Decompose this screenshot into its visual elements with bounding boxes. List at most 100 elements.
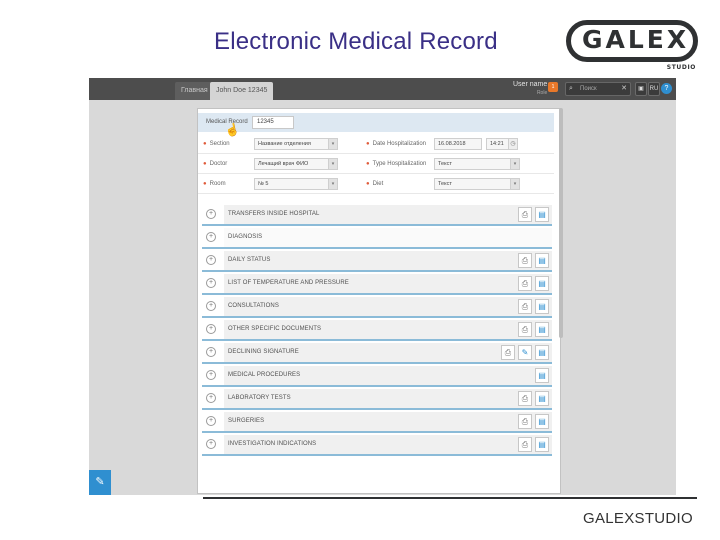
printer-icon[interactable]: ⎙ bbox=[518, 207, 532, 222]
scrollbar[interactable] bbox=[559, 108, 563, 338]
printer-icon[interactable]: ⎙ bbox=[518, 414, 532, 429]
document-icon[interactable]: ▤ bbox=[535, 276, 549, 291]
user-info[interactable]: User name Role bbox=[513, 81, 547, 97]
emr-app-screenshot: Главная John Doe 12345 User name Role 1 … bbox=[89, 78, 676, 495]
section-other-documents[interactable]: + OTHER SPECIFIC DOCUMENTS ⎙ ▤ bbox=[202, 320, 552, 341]
section-investigation-indications[interactable]: + INVESTIGATION INDICATIONS ⎙ ▤ bbox=[202, 435, 552, 456]
type-hospitalization-select[interactable]: Текст ▾ bbox=[434, 158, 520, 170]
diet-label: ● Diet bbox=[366, 181, 384, 187]
field-row-1: ● Section Название отделения ▾ ● Date Hospi… bbox=[198, 134, 554, 154]
mouse-cursor-icon: ☝ bbox=[223, 121, 242, 139]
record-panel: Medical Record 12345 ● Section Название о… bbox=[197, 108, 561, 494]
tab-home[interactable]: Главная bbox=[175, 82, 214, 100]
section-diagnosis[interactable]: + DIAGNOSIS bbox=[202, 228, 552, 249]
medical-record-input[interactable]: 12345 bbox=[252, 116, 294, 129]
edit-document-icon[interactable]: ✎ bbox=[518, 345, 532, 360]
section-transfers[interactable]: + TRANSFERS INSIDE HOSPITAL ⎙ ▤ bbox=[202, 205, 552, 226]
search-icon: ⌕ bbox=[569, 85, 573, 92]
document-icon[interactable]: ▤ bbox=[535, 253, 549, 268]
printer-icon[interactable]: ⎙ bbox=[518, 253, 532, 268]
logo-name: GALEX bbox=[582, 25, 690, 54]
plus-circle-icon[interactable]: + bbox=[206, 301, 216, 311]
printer-icon[interactable]: ⎙ bbox=[518, 299, 532, 314]
plus-circle-icon[interactable]: + bbox=[206, 370, 216, 380]
monitor-icon[interactable]: ▣ bbox=[635, 82, 647, 96]
document-icon[interactable]: ▤ bbox=[535, 437, 549, 452]
galex-logo: GALEX STUDIO bbox=[566, 20, 702, 71]
printer-icon[interactable]: ⎙ bbox=[501, 345, 515, 360]
top-bar: Главная John Doe 12345 User name Role 1 … bbox=[89, 78, 676, 100]
section-label: OTHER SPECIFIC DOCUMENTS bbox=[228, 326, 322, 332]
chevron-down-icon: ▾ bbox=[328, 139, 337, 149]
section-declining-signature[interactable]: + DECLINING SIGNATURE ⎙ ✎ ▤ bbox=[202, 343, 552, 364]
document-icon[interactable]: ▤ bbox=[535, 322, 549, 337]
document-icon[interactable]: ▤ bbox=[535, 207, 549, 222]
section-label: SURGERIES bbox=[228, 418, 265, 424]
edit-document-icon[interactable]: ✎ bbox=[89, 470, 111, 495]
section-temperature[interactable]: + LIST OF TEMPERATURE AND PRESSURE ⎙ ▤ bbox=[202, 274, 552, 295]
section-label: DIAGNOSIS bbox=[228, 234, 263, 240]
search-placeholder: Поиск bbox=[580, 86, 597, 92]
user-name: User name bbox=[513, 81, 548, 88]
section-label: INVESTIGATION INDICATIONS bbox=[228, 441, 317, 447]
plus-circle-icon[interactable]: + bbox=[206, 324, 216, 334]
printer-icon[interactable]: ⎙ bbox=[518, 391, 532, 406]
printer-icon[interactable]: ⎙ bbox=[518, 437, 532, 452]
clear-search-icon[interactable]: ✕ bbox=[621, 83, 627, 95]
plus-circle-icon[interactable]: + bbox=[206, 278, 216, 288]
plus-circle-icon[interactable]: + bbox=[206, 439, 216, 449]
date-input[interactable]: 16.08.2018 bbox=[434, 138, 482, 150]
plus-circle-icon[interactable]: + bbox=[206, 209, 216, 219]
document-icon[interactable]: ▤ bbox=[535, 368, 549, 383]
document-icon[interactable]: ▤ bbox=[535, 299, 549, 314]
room-select[interactable]: № 5 ▾ bbox=[254, 178, 338, 190]
section-medical-procedures[interactable]: + MEDICAL PROCEDURES ▤ bbox=[202, 366, 552, 387]
plus-circle-icon[interactable]: + bbox=[206, 416, 216, 426]
document-icon[interactable]: ▤ bbox=[535, 414, 549, 429]
footer-divider bbox=[203, 497, 697, 499]
search-input[interactable]: ⌕ Поиск ✕ bbox=[565, 82, 631, 96]
doctor-label: ● Doctor bbox=[203, 161, 228, 167]
plus-circle-icon[interactable]: + bbox=[206, 255, 216, 265]
date-hospitalization-label: ● Date Hospitalization bbox=[366, 141, 426, 147]
doctor-select[interactable]: Лечащий врач ФИО ▾ bbox=[254, 158, 338, 170]
chevron-down-icon: ▾ bbox=[328, 159, 337, 169]
type-hospitalization-label: ● Type Hospitalization bbox=[366, 161, 427, 167]
section-label: MEDICAL PROCEDURES bbox=[228, 372, 301, 378]
plus-circle-icon[interactable]: + bbox=[206, 393, 216, 403]
document-icon[interactable]: ▤ bbox=[535, 345, 549, 360]
notification-badge[interactable]: 1 bbox=[548, 82, 558, 92]
section-label: TRANSFERS INSIDE HOSPITAL bbox=[228, 211, 320, 217]
language-button[interactable]: RU bbox=[648, 82, 660, 96]
medical-record-row: Medical Record 12345 bbox=[198, 113, 554, 132]
section-label: LABORATORY TESTS bbox=[228, 395, 291, 401]
plus-circle-icon[interactable]: + bbox=[206, 232, 216, 242]
printer-icon[interactable]: ⎙ bbox=[518, 322, 532, 337]
time-input[interactable]: 14:21 bbox=[486, 138, 510, 150]
field-row-2: ● Doctor Лечащий врач ФИО ▾ ● Type Hospital… bbox=[198, 154, 554, 174]
diet-select[interactable]: Текст ▾ bbox=[434, 178, 520, 190]
section-consultations[interactable]: + CONSULTATIONS ⎙ ▤ bbox=[202, 297, 552, 318]
user-role: Role bbox=[536, 90, 548, 96]
section-label: LIST OF TEMPERATURE AND PRESSURE bbox=[228, 280, 349, 286]
room-label: ● Room bbox=[203, 181, 226, 187]
chevron-down-icon: ▾ bbox=[328, 179, 337, 189]
chevron-down-icon: ▾ bbox=[510, 179, 519, 189]
plus-circle-icon[interactable]: + bbox=[206, 347, 216, 357]
printer-icon[interactable]: ⎙ bbox=[518, 276, 532, 291]
help-button[interactable]: ? bbox=[661, 83, 672, 94]
section-select[interactable]: Название отделения ▾ bbox=[254, 138, 338, 150]
slide-title: Electronic Medical Record bbox=[214, 28, 498, 55]
document-icon[interactable]: ▤ bbox=[535, 391, 549, 406]
clock-icon[interactable]: ◷ bbox=[508, 138, 518, 150]
section-surgeries[interactable]: + SURGERIES ⎙ ▤ bbox=[202, 412, 552, 433]
section-label: DAILY STATUS bbox=[228, 257, 271, 263]
field-row-3: ● Room № 5 ▾ ● Diet Текст ▾ bbox=[198, 174, 554, 194]
section-daily-status[interactable]: + DAILY STATUS ⎙ ▤ bbox=[202, 251, 552, 272]
tab-patient[interactable]: John Doe 12345 bbox=[210, 82, 274, 100]
logo-sub: STUDIO bbox=[666, 64, 696, 71]
section-label: CONSULTATIONS bbox=[228, 303, 279, 309]
section-laboratory-tests[interactable]: + LABORATORY TESTS ⎙ ▤ bbox=[202, 389, 552, 410]
section-label: DECLINING SIGNATURE bbox=[228, 349, 299, 355]
footer-brand: GALEXSTUDIO bbox=[583, 510, 693, 527]
